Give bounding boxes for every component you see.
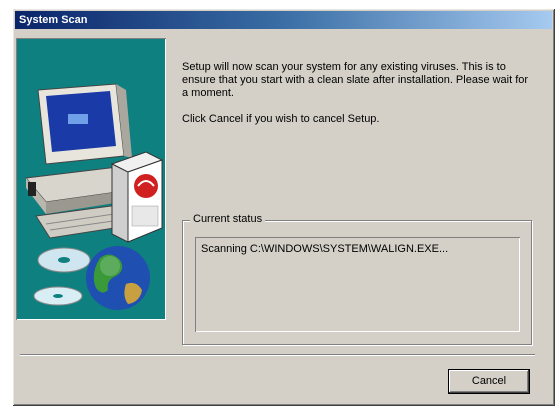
setup-illustration — [16, 38, 166, 320]
title-bar[interactable]: System Scan — [15, 11, 552, 29]
status-text: Scanning C:\WINDOWS\SYSTEM\WALIGN.EXE... — [201, 243, 449, 255]
message-paragraph-1: Setup will now scan your system for any … — [182, 61, 529, 99]
status-display: Scanning C:\WINDOWS\SYSTEM\WALIGN.EXE... — [195, 237, 520, 332]
cancel-button[interactable]: Cancel — [449, 370, 529, 393]
button-divider — [20, 354, 535, 356]
window-title: System Scan — [19, 14, 88, 26]
message-paragraph-2: Click Cancel if you wish to cancel Setup… — [182, 113, 380, 125]
scan-message: Setup will now scan your system for any … — [182, 61, 532, 139]
globe-icon — [86, 246, 150, 310]
cd-discs-icon — [33, 247, 91, 306]
product-box-icon — [110, 151, 164, 243]
current-status-label: Current status — [190, 212, 266, 226]
